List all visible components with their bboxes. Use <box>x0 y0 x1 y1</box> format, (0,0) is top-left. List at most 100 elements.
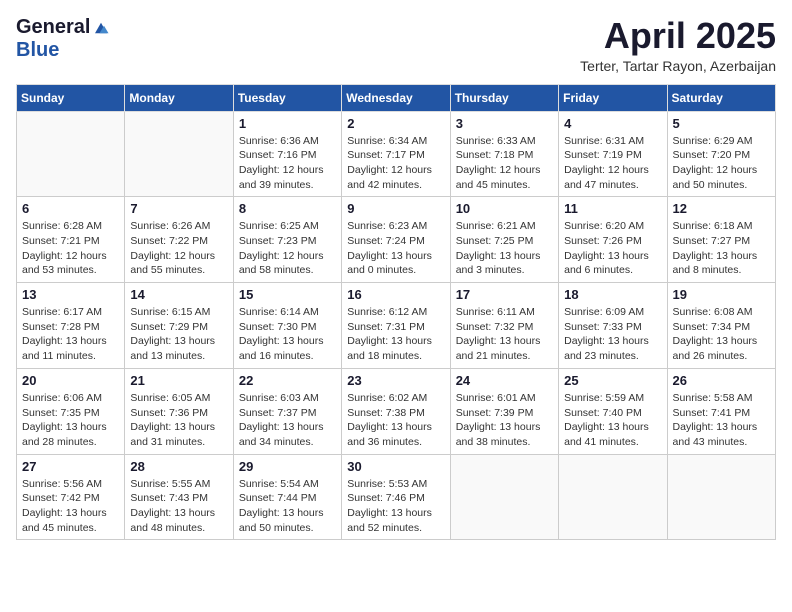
calendar-cell: 15 Sunrise: 6:14 AM Sunset: 7:30 PM Dayli… <box>233 283 341 369</box>
day-number: 14 <box>130 287 227 302</box>
calendar-cell: 17Sunrise: 6:11 AM Sunset: 7:32 PM Dayli… <box>450 283 558 369</box>
calendar-cell: 19 Sunrise: 6:08 AM Sunset: 7:34 PM Dayli… <box>667 283 775 369</box>
calendar-header-friday: Friday <box>559 84 667 111</box>
calendar-header-tuesday: Tuesday <box>233 84 341 111</box>
day-info: Sunrise: 5:53 AM Sunset: 7:46 PM Dayligh… <box>347 477 444 536</box>
calendar-cell: 8 Sunrise: 6:25 AM Sunset: 7:23 PM Daylig… <box>233 197 341 283</box>
day-info: Sunrise: 6:12 AM Sunset: 7:31 PM Dayligh… <box>347 305 444 364</box>
logo-blue: Blue <box>16 39 59 62</box>
day-number: 22 <box>239 373 336 388</box>
day-info: Sunrise: 6:08 AM Sunset: 7:34 PM Dayligh… <box>673 305 770 364</box>
day-number: 21 <box>130 373 227 388</box>
day-number: 15 <box>239 287 336 302</box>
day-number: 30 <box>347 459 444 474</box>
day-number: 3 <box>456 116 553 131</box>
calendar-cell: 30 Sunrise: 5:53 AM Sunset: 7:46 PM Dayli… <box>342 454 450 540</box>
day-number: 29 <box>239 459 336 474</box>
calendar-cell: 28 Sunrise: 5:55 AM Sunset: 7:43 PM Dayli… <box>125 454 233 540</box>
day-info: Sunrise: 6:02 AM Sunset: 7:38 PM Dayligh… <box>347 391 444 450</box>
calendar-header-row: SundayMondayTuesdayWednesdayThursdayFrid… <box>17 84 776 111</box>
calendar-week-row: 1 Sunrise: 6:36 AM Sunset: 7:16 PM Daylig… <box>17 111 776 197</box>
day-info: Sunrise: 6:20 AM Sunset: 7:26 PM Dayligh… <box>564 219 661 278</box>
header: General Blue April 2025 Terter, Tartar R… <box>16 16 776 74</box>
day-info: Sunrise: 6:05 AM Sunset: 7:36 PM Dayligh… <box>130 391 227 450</box>
day-info: Sunrise: 6:01 AM Sunset: 7:39 PM Dayligh… <box>456 391 553 450</box>
calendar-week-row: 20Sunrise: 6:06 AM Sunset: 7:35 PM Dayli… <box>17 368 776 454</box>
logo-icon <box>92 19 110 37</box>
day-number: 28 <box>130 459 227 474</box>
day-info: Sunrise: 6:14 AM Sunset: 7:30 PM Dayligh… <box>239 305 336 364</box>
calendar-cell: 14 Sunrise: 6:15 AM Sunset: 7:29 PM Dayli… <box>125 283 233 369</box>
title-area: April 2025 Terter, Tartar Rayon, Azerbai… <box>580 16 776 74</box>
day-info: Sunrise: 6:36 AM Sunset: 7:16 PM Dayligh… <box>239 134 336 193</box>
day-number: 23 <box>347 373 444 388</box>
day-number: 19 <box>673 287 770 302</box>
calendar-cell: 13 Sunrise: 6:17 AM Sunset: 7:28 PM Dayli… <box>17 283 125 369</box>
calendar-header-thursday: Thursday <box>450 84 558 111</box>
location-title: Terter, Tartar Rayon, Azerbaijan <box>580 58 776 74</box>
day-number: 27 <box>22 459 119 474</box>
calendar-cell: 18 Sunrise: 6:09 AM Sunset: 7:33 PM Dayli… <box>559 283 667 369</box>
day-number: 25 <box>564 373 661 388</box>
calendar-cell: 25Sunrise: 5:59 AM Sunset: 7:40 PM Dayli… <box>559 368 667 454</box>
day-number: 18 <box>564 287 661 302</box>
day-number: 7 <box>130 201 227 216</box>
day-info: Sunrise: 5:55 AM Sunset: 7:43 PM Dayligh… <box>130 477 227 536</box>
logo-general: General <box>16 16 90 39</box>
day-info: Sunrise: 6:34 AM Sunset: 7:17 PM Dayligh… <box>347 134 444 193</box>
day-number: 26 <box>673 373 770 388</box>
calendar-cell: 4Sunrise: 6:31 AM Sunset: 7:19 PM Daylig… <box>559 111 667 197</box>
calendar-header-sunday: Sunday <box>17 84 125 111</box>
calendar-cell: 20Sunrise: 6:06 AM Sunset: 7:35 PM Dayli… <box>17 368 125 454</box>
day-number: 13 <box>22 287 119 302</box>
day-info: Sunrise: 6:18 AM Sunset: 7:27 PM Dayligh… <box>673 219 770 278</box>
day-info: Sunrise: 6:17 AM Sunset: 7:28 PM Dayligh… <box>22 305 119 364</box>
calendar-cell: 29 Sunrise: 5:54 AM Sunset: 7:44 PM Dayli… <box>233 454 341 540</box>
logo: General Blue <box>16 16 110 62</box>
calendar-cell: 16 Sunrise: 6:12 AM Sunset: 7:31 PM Dayli… <box>342 283 450 369</box>
calendar-header-saturday: Saturday <box>667 84 775 111</box>
day-number: 8 <box>239 201 336 216</box>
day-number: 5 <box>673 116 770 131</box>
day-info: Sunrise: 6:15 AM Sunset: 7:29 PM Dayligh… <box>130 305 227 364</box>
calendar-week-row: 13 Sunrise: 6:17 AM Sunset: 7:28 PM Dayli… <box>17 283 776 369</box>
calendar-header-monday: Monday <box>125 84 233 111</box>
day-info: Sunrise: 6:28 AM Sunset: 7:21 PM Dayligh… <box>22 219 119 278</box>
calendar-cell: 11Sunrise: 6:20 AM Sunset: 7:26 PM Dayli… <box>559 197 667 283</box>
month-title: April 2025 <box>580 16 776 56</box>
day-number: 4 <box>564 116 661 131</box>
day-info: Sunrise: 5:56 AM Sunset: 7:42 PM Dayligh… <box>22 477 119 536</box>
day-info: Sunrise: 6:33 AM Sunset: 7:18 PM Dayligh… <box>456 134 553 193</box>
calendar-cell: 6 Sunrise: 6:28 AM Sunset: 7:21 PM Daylig… <box>17 197 125 283</box>
calendar-cell: 1 Sunrise: 6:36 AM Sunset: 7:16 PM Daylig… <box>233 111 341 197</box>
calendar-cell: 3 Sunrise: 6:33 AM Sunset: 7:18 PM Daylig… <box>450 111 558 197</box>
calendar-cell: 2 Sunrise: 6:34 AM Sunset: 7:17 PM Daylig… <box>342 111 450 197</box>
calendar-cell: 26Sunrise: 5:58 AM Sunset: 7:41 PM Dayli… <box>667 368 775 454</box>
day-info: Sunrise: 6:25 AM Sunset: 7:23 PM Dayligh… <box>239 219 336 278</box>
calendar-cell: 10Sunrise: 6:21 AM Sunset: 7:25 PM Dayli… <box>450 197 558 283</box>
calendar-header-wednesday: Wednesday <box>342 84 450 111</box>
calendar-cell: 22Sunrise: 6:03 AM Sunset: 7:37 PM Dayli… <box>233 368 341 454</box>
calendar-week-row: 6 Sunrise: 6:28 AM Sunset: 7:21 PM Daylig… <box>17 197 776 283</box>
day-info: Sunrise: 6:06 AM Sunset: 7:35 PM Dayligh… <box>22 391 119 450</box>
calendar-cell: 27 Sunrise: 5:56 AM Sunset: 7:42 PM Dayli… <box>17 454 125 540</box>
calendar-cell: 7Sunrise: 6:26 AM Sunset: 7:22 PM Daylig… <box>125 197 233 283</box>
day-number: 1 <box>239 116 336 131</box>
calendar-table: SundayMondayTuesdayWednesdayThursdayFrid… <box>16 84 776 541</box>
calendar-week-row: 27 Sunrise: 5:56 AM Sunset: 7:42 PM Dayli… <box>17 454 776 540</box>
day-number: 16 <box>347 287 444 302</box>
calendar-cell: 21 Sunrise: 6:05 AM Sunset: 7:36 PM Dayli… <box>125 368 233 454</box>
calendar-cell: 24 Sunrise: 6:01 AM Sunset: 7:39 PM Dayli… <box>450 368 558 454</box>
day-number: 2 <box>347 116 444 131</box>
day-number: 6 <box>22 201 119 216</box>
calendar-cell: 5Sunrise: 6:29 AM Sunset: 7:20 PM Daylig… <box>667 111 775 197</box>
day-info: Sunrise: 5:54 AM Sunset: 7:44 PM Dayligh… <box>239 477 336 536</box>
calendar-cell: 9 Sunrise: 6:23 AM Sunset: 7:24 PM Daylig… <box>342 197 450 283</box>
day-number: 9 <box>347 201 444 216</box>
day-number: 24 <box>456 373 553 388</box>
day-info: Sunrise: 6:09 AM Sunset: 7:33 PM Dayligh… <box>564 305 661 364</box>
day-number: 10 <box>456 201 553 216</box>
day-info: Sunrise: 6:11 AM Sunset: 7:32 PM Dayligh… <box>456 305 553 364</box>
calendar-cell <box>450 454 558 540</box>
day-info: Sunrise: 6:23 AM Sunset: 7:24 PM Dayligh… <box>347 219 444 278</box>
